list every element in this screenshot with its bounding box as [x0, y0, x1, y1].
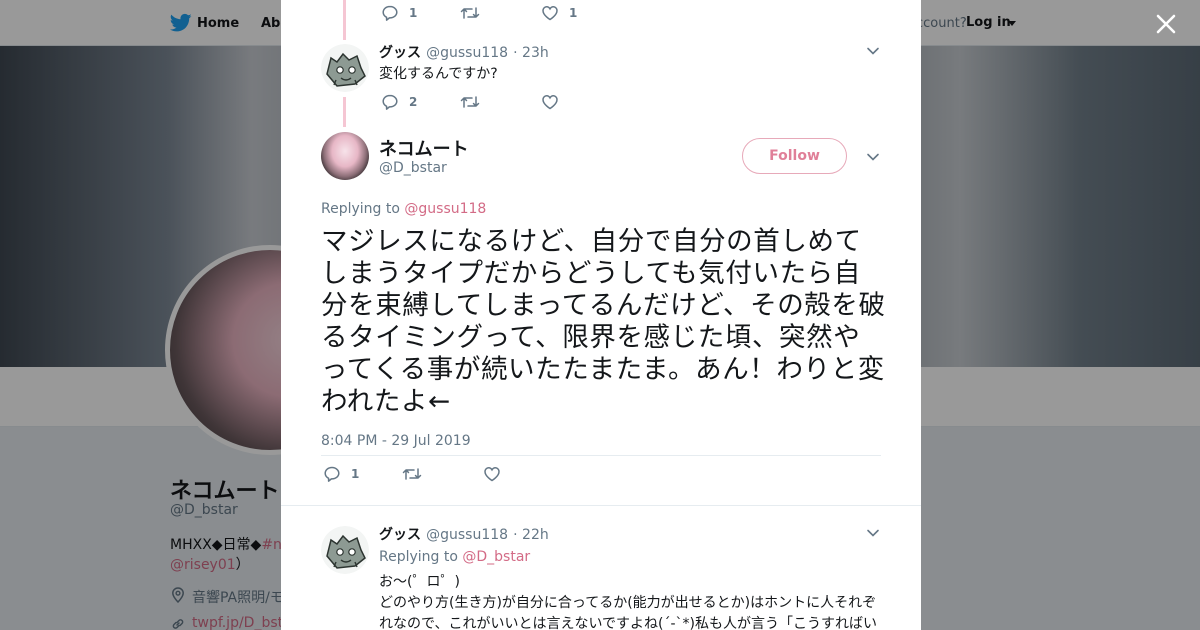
- divider: [281, 505, 921, 506]
- thread-line-mid: [343, 97, 346, 127]
- tweet-2-actions: 2: [381, 93, 681, 113]
- reply-icon[interactable]: [323, 465, 341, 483]
- reply-count: 1: [409, 6, 418, 20]
- replying-to-label: Replying to: [379, 549, 458, 565]
- chevron-down-icon[interactable]: [866, 527, 880, 539]
- reply-count: 1: [351, 467, 360, 481]
- close-icon[interactable]: [1154, 12, 1178, 36]
- tweet-4-header: グッス @gussu118 · 22h: [379, 524, 549, 544]
- replying-to: Replying to @D_bstar: [379, 549, 530, 565]
- replying-to-mention[interactable]: @gussu118: [404, 201, 486, 217]
- reply-icon[interactable]: [381, 4, 399, 22]
- heart-icon[interactable]: [541, 93, 559, 111]
- tweet-modal: 1 1 グッス @gussu118 · 23h 変化するんですか? 2 ネコムー…: [281, 0, 921, 630]
- main-tweet-text: マジレスになるけど、自分で自分の首しめてしまうタイプだからどうしても気付いたら自…: [321, 226, 886, 417]
- tweet-time[interactable]: · 22h: [513, 527, 549, 543]
- author-name[interactable]: グッス: [379, 45, 421, 61]
- retweet-icon[interactable]: [402, 465, 422, 483]
- author-name[interactable]: グッス: [379, 527, 421, 543]
- boar-mask-avatar-image: [321, 44, 369, 92]
- author-handle[interactable]: @D_bstar: [379, 160, 447, 176]
- avatar[interactable]: [321, 132, 369, 180]
- tweet-1-actions: 1 1: [381, 4, 681, 24]
- retweet-icon[interactable]: [460, 4, 480, 22]
- like-count: 1: [569, 6, 578, 20]
- thread-line-top: [343, 0, 346, 40]
- chevron-down-icon[interactable]: [866, 45, 880, 57]
- follow-button[interactable]: Follow: [742, 138, 847, 174]
- divider: [321, 455, 881, 456]
- replying-to-mention[interactable]: @D_bstar: [462, 549, 530, 565]
- author-handle[interactable]: @gussu118: [426, 45, 508, 61]
- retweet-icon[interactable]: [460, 93, 480, 111]
- heart-icon[interactable]: [541, 4, 559, 22]
- avatar[interactable]: [321, 526, 369, 574]
- heart-icon[interactable]: [483, 465, 501, 483]
- tweet-text-body: どのやり方(生き方)が自分に合ってるか(能力が出せるとか)はホントに人それぞれな…: [379, 595, 877, 630]
- avatar[interactable]: [321, 44, 369, 92]
- main-tweet-actions: 1: [323, 465, 623, 485]
- author-name[interactable]: ネコムート: [379, 135, 469, 161]
- tweet-text-line1: お～(゜ロ゜): [379, 574, 460, 590]
- tweet-2-header: グッス @gussu118 · 23h: [379, 42, 549, 62]
- replying-to-label: Replying to: [321, 201, 400, 217]
- boar-mask-avatar-image: [321, 526, 369, 574]
- tweet-text: お～(゜ロ゜) どのやり方(生き方)が自分に合ってるか(能力が出せるとか)はホン…: [379, 572, 879, 630]
- author-handle[interactable]: @gussu118: [426, 527, 508, 543]
- reply-count: 2: [409, 95, 418, 109]
- tweet-text: 変化するんですか?: [379, 66, 498, 82]
- tweet-timestamp[interactable]: 8:04 PM - 29 Jul 2019: [321, 433, 471, 449]
- chevron-down-icon[interactable]: [866, 151, 880, 163]
- replying-to: Replying to @gussu118: [321, 201, 486, 217]
- reply-icon[interactable]: [381, 93, 399, 111]
- tweet-time[interactable]: · 23h: [513, 45, 549, 61]
